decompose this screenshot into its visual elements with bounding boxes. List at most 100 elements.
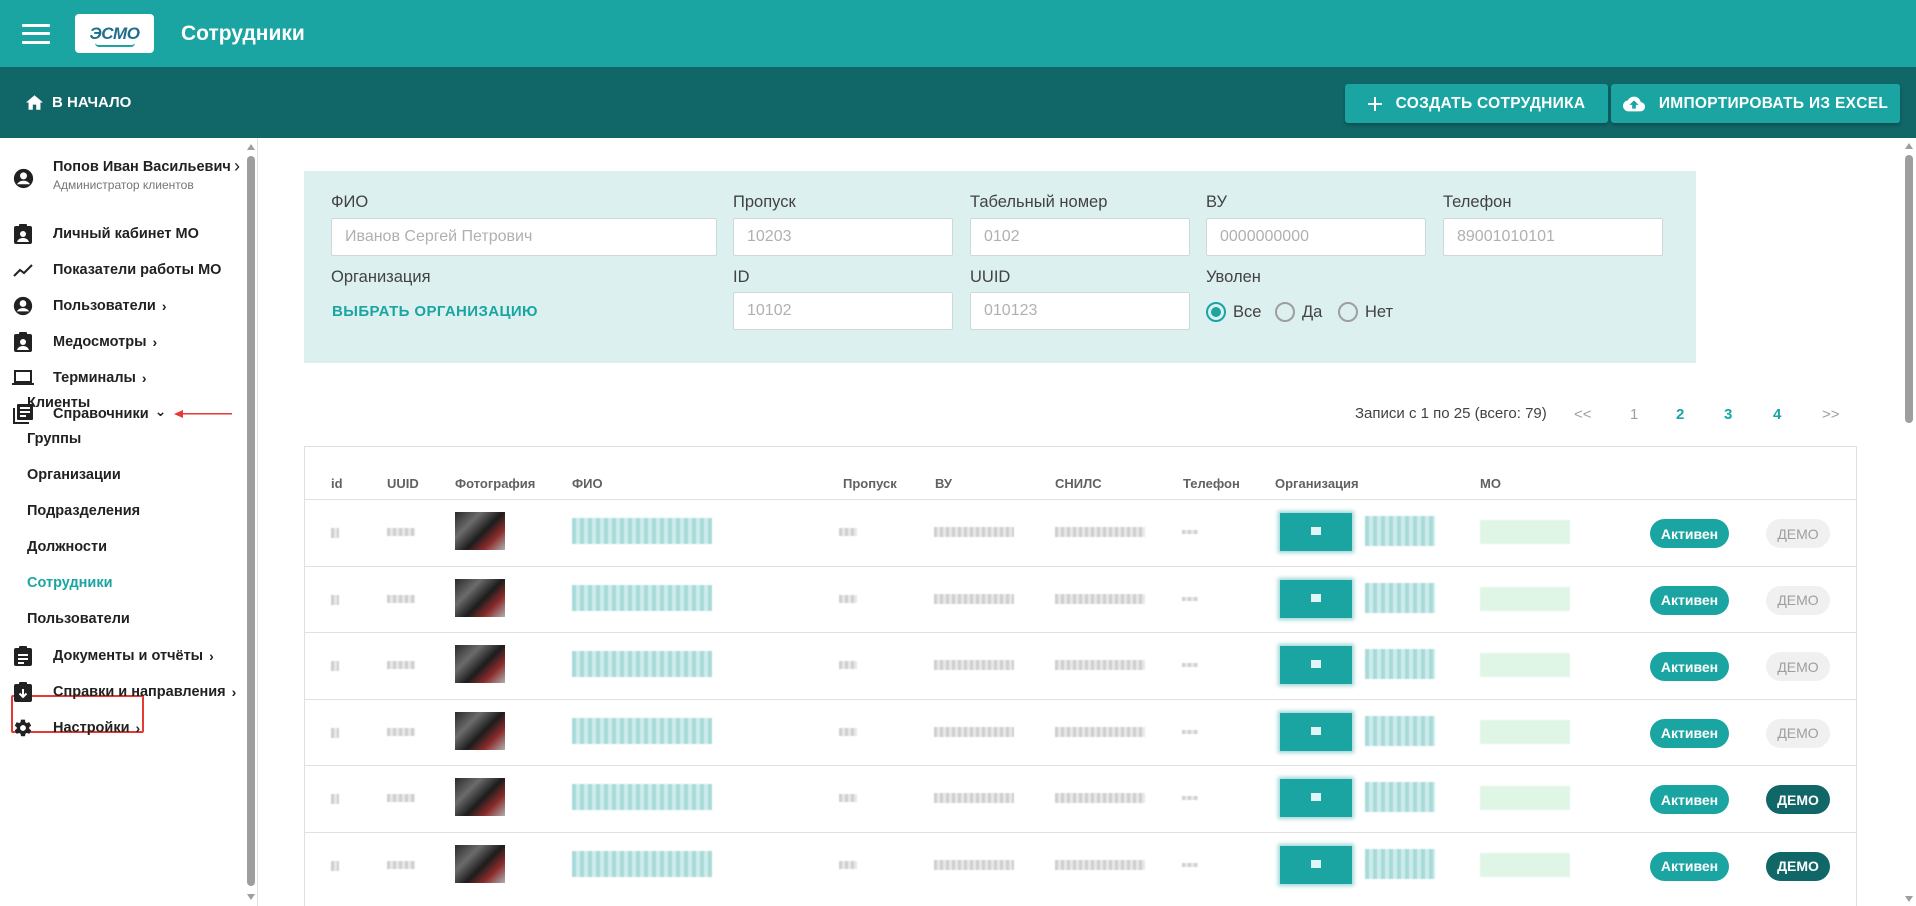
status-badge[interactable]: Активен xyxy=(1650,851,1729,881)
organization-button[interactable] xyxy=(1280,579,1352,618)
sub-item-departments[interactable]: Подразделения xyxy=(27,503,140,519)
uuid-input[interactable] xyxy=(970,292,1190,330)
status-badge[interactable]: Активен xyxy=(1650,585,1729,615)
table-row[interactable]: Активен ДЕМО xyxy=(305,831,1856,898)
organization-button[interactable] xyxy=(1280,845,1352,884)
fio-cell[interactable] xyxy=(572,784,712,810)
column-header[interactable]: МО xyxy=(1480,476,1501,491)
tab-number-input[interactable] xyxy=(970,218,1190,256)
sub-item-positions[interactable]: Должности xyxy=(27,539,107,555)
demo-badge[interactable]: ДЕМО xyxy=(1766,585,1830,615)
org-name-cell[interactable] xyxy=(1365,782,1435,812)
table-row[interactable]: Активен ДЕМО xyxy=(305,565,1856,632)
org-name-cell[interactable] xyxy=(1365,582,1435,613)
status-badge[interactable]: Активен xyxy=(1650,785,1729,814)
main-scroll-down-icon[interactable] xyxy=(1905,896,1913,902)
sidebar-item-label: Справки и направления xyxy=(53,684,226,700)
column-header[interactable]: СНИЛС xyxy=(1055,476,1102,491)
organization-button[interactable] xyxy=(1280,646,1352,684)
column-header[interactable]: Пропуск xyxy=(843,476,897,491)
fio-cell[interactable] xyxy=(572,584,712,611)
vu-cell xyxy=(934,793,1014,803)
sidebar-item-medical[interactable]: Медосмотры › xyxy=(0,324,245,360)
org-name-cell[interactable] xyxy=(1365,516,1435,546)
column-header[interactable]: Организация xyxy=(1275,476,1359,491)
user-profile[interactable]: Попов Иван Васильевич › Администратор кл… xyxy=(0,156,245,200)
fired-radio-no[interactable]: Нет xyxy=(1338,302,1393,322)
status-badge[interactable]: Активен xyxy=(1650,519,1729,548)
table-row[interactable]: Активен ДЕМО xyxy=(305,632,1856,698)
employee-photo[interactable] xyxy=(455,711,505,750)
table-row[interactable]: Активен ДЕМО xyxy=(305,765,1856,831)
demo-badge[interactable]: ДЕМО xyxy=(1766,652,1830,681)
sidebar-item-cabinet[interactable]: Личный кабинет МО xyxy=(0,216,245,252)
organization-button[interactable] xyxy=(1280,513,1352,551)
sub-item-users[interactable]: Пользователи xyxy=(27,611,130,627)
column-header[interactable]: id xyxy=(331,476,343,491)
demo-badge[interactable]: ДЕМО xyxy=(1766,785,1830,814)
sidebar-item-documents[interactable]: Документы и отчёты › xyxy=(0,638,245,674)
sub-item-groups[interactable]: Группы xyxy=(27,431,81,447)
fio-cell[interactable] xyxy=(572,850,712,877)
pagination-last[interactable]: >> xyxy=(1822,406,1840,423)
fio-cell[interactable] xyxy=(572,651,712,677)
demo-badge[interactable]: ДЕМО xyxy=(1766,519,1830,548)
main-scrollbar[interactable] xyxy=(1905,155,1913,423)
phone-input[interactable] xyxy=(1443,218,1663,256)
org-name-cell[interactable] xyxy=(1365,715,1435,746)
organization-button[interactable] xyxy=(1280,712,1352,751)
pagination-page[interactable]: 1 xyxy=(1630,406,1638,423)
org-name-cell[interactable] xyxy=(1365,649,1435,679)
sidebar-item-terminals[interactable]: Терминалы › xyxy=(0,360,245,396)
employee-photo[interactable] xyxy=(455,512,505,550)
sub-item-employees[interactable]: Сотрудники xyxy=(27,575,113,591)
pagination-page[interactable]: 2 xyxy=(1676,406,1684,423)
employee-photo[interactable] xyxy=(455,844,505,883)
status-badge[interactable]: Активен xyxy=(1650,718,1729,748)
main-scroll-up-icon[interactable] xyxy=(1905,143,1913,149)
table-row[interactable]: Активен ДЕМО xyxy=(305,499,1856,565)
fio-input[interactable] xyxy=(331,218,717,256)
sub-item-organizations[interactable]: Организации xyxy=(27,467,121,483)
sidebar-item-stats[interactable]: Показатели работы МО xyxy=(0,252,245,288)
table-row[interactable]: Активен ДЕМО xyxy=(305,698,1856,765)
pagination-first[interactable]: << xyxy=(1574,406,1592,423)
employee-photo[interactable] xyxy=(455,645,505,683)
select-organization-link[interactable]: ВЫБРАТЬ ОРГАНИЗАЦИЮ xyxy=(332,303,538,320)
laptop-icon xyxy=(12,367,34,389)
pass-input[interactable] xyxy=(733,218,953,256)
home-link[interactable]: В НАЧАЛО xyxy=(26,94,131,111)
employee-photo[interactable] xyxy=(455,578,505,617)
status-badge[interactable]: Активен xyxy=(1650,652,1729,681)
sidebar-item-certificates[interactable]: Справки и направления › xyxy=(0,674,245,710)
org-name-cell[interactable] xyxy=(1365,848,1435,879)
fio-cell[interactable] xyxy=(572,717,712,744)
pagination-page[interactable]: 4 xyxy=(1773,406,1781,423)
sidebar-item-settings[interactable]: Настройки › xyxy=(0,710,245,746)
id-cell xyxy=(331,860,339,871)
employee-photo[interactable] xyxy=(455,778,505,816)
demo-badge[interactable]: ДЕМО xyxy=(1766,851,1830,881)
column-header[interactable]: ВУ xyxy=(935,476,952,491)
fired-radio-all[interactable]: Все xyxy=(1206,302,1261,322)
demo-badge[interactable]: ДЕМО xyxy=(1766,718,1830,748)
menu-icon[interactable] xyxy=(22,23,50,44)
scroll-up-icon[interactable] xyxy=(247,144,255,150)
fio-cell[interactable] xyxy=(572,518,712,544)
sidebar-scrollbar[interactable] xyxy=(247,156,255,886)
import-excel-button[interactable]: ИМПОРТИРОВАТЬ ИЗ EXCEL xyxy=(1611,84,1900,123)
vu-input[interactable] xyxy=(1206,218,1426,256)
pagination-page[interactable]: 3 xyxy=(1724,406,1732,423)
sidebar-item-users[interactable]: Пользователи › xyxy=(0,288,245,324)
fired-radio-yes[interactable]: Да xyxy=(1275,302,1322,322)
column-header[interactable]: UUID xyxy=(387,476,419,491)
id-input[interactable] xyxy=(733,292,953,330)
sub-item-clients[interactable]: Клиенты xyxy=(27,395,90,411)
uuid-cell xyxy=(387,661,415,669)
scroll-down-icon[interactable] xyxy=(247,894,255,900)
column-header[interactable]: Телефон xyxy=(1183,476,1240,491)
create-employee-button[interactable]: СОЗДАТЬ СОТРУДНИКА xyxy=(1345,84,1608,123)
organization-button[interactable] xyxy=(1280,779,1352,817)
logo[interactable]: ЭСМО xyxy=(75,14,154,53)
column-header[interactable]: ФИО xyxy=(572,476,603,491)
